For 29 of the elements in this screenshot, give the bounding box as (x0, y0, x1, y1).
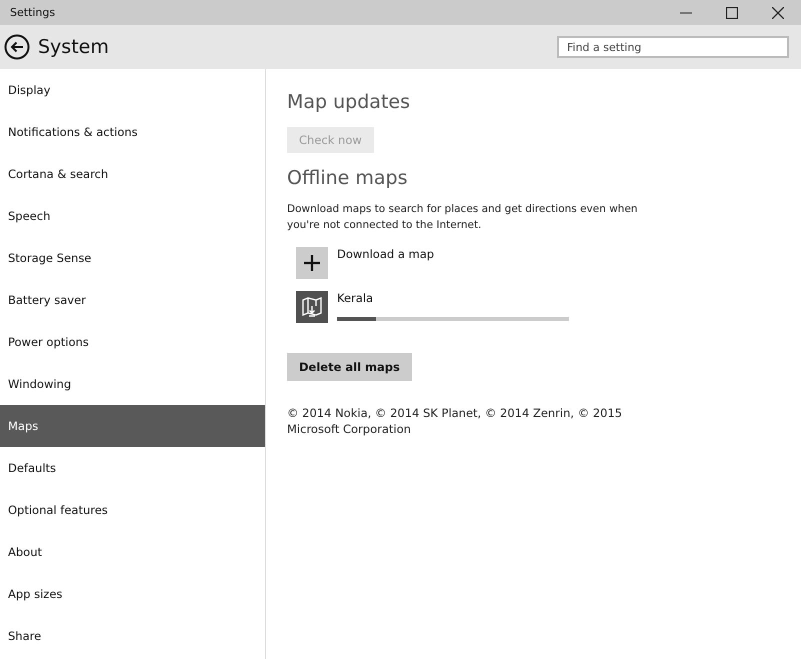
description-text: Download maps to search for places and get directions even when you're not connected to the Internet. (287, 202, 639, 233)
sidebar-item[interactable]: Maps (0, 405, 265, 447)
plus-icon[interactable] (296, 247, 328, 279)
window-title: Settings (9, 6, 56, 19)
sidebar-item[interactable]: App sizes (0, 573, 265, 615)
maximize-icon[interactable] (726, 6, 738, 18)
sidebar-item[interactable]: Windowing (0, 363, 265, 405)
map-icon (296, 291, 328, 323)
sidebar-item[interactable]: Display (0, 69, 265, 111)
sidebar-item[interactable]: Cortana & search (0, 153, 265, 195)
sidebar-item[interactable]: Battery saver (0, 279, 265, 321)
sidebar-item[interactable]: Optional features (0, 489, 265, 531)
sidebar-item[interactable]: Speech (0, 195, 265, 237)
copyright-text: © 2014 Nokia, © 2014 SK Planet, © 2014 Zenrin, © 2015 Microsoft Corporation (287, 405, 624, 437)
map-name: Kerala (337, 291, 374, 305)
sidebar-item[interactable]: Notifications & actions (0, 111, 265, 153)
sidebar-item[interactable]: Power options (0, 321, 265, 363)
back-button[interactable] (4, 34, 30, 60)
sidebar-item[interactable]: About (0, 531, 265, 573)
sidebar-item[interactable]: Share (0, 615, 265, 657)
page-title: System (38, 36, 110, 58)
sidebar-item[interactable]: Defaults (0, 447, 265, 489)
close-icon[interactable] (772, 6, 784, 18)
section-heading: Map updates (287, 91, 410, 113)
section-heading: Offline maps (287, 167, 408, 189)
sidebar-item[interactable]: Storage Sense (0, 237, 265, 279)
delete-all-maps-button[interactable]: Delete all maps (287, 353, 412, 381)
search-field[interactable]: Find a setting (557, 36, 789, 58)
download-map-link[interactable]: Download a map (337, 247, 434, 279)
